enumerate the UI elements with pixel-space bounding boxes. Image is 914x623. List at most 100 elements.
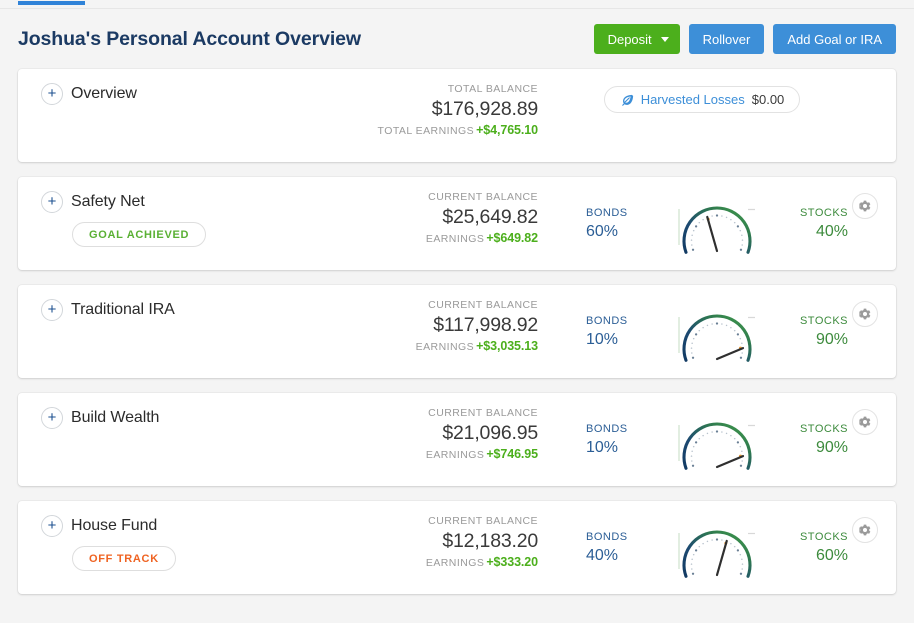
goal-card-left: + House Fund OFF TRACK xyxy=(18,501,378,594)
goal-card: + House Fund OFF TRACK CURRENT BALANCE $… xyxy=(18,501,896,594)
goal-balance-block: CURRENT BALANCE $117,998.92 EARNINGS +$3,… xyxy=(378,285,539,378)
earnings-row: EARNINGS +$333.20 xyxy=(426,554,538,571)
bonds-allocation: BONDS 10% xyxy=(586,411,664,458)
current-balance-label: CURRENT BALANCE xyxy=(428,299,538,311)
stocks-label: STOCKS xyxy=(799,423,848,435)
harvested-losses-value: $0.00 xyxy=(751,92,785,107)
bonds-label: BONDS xyxy=(586,531,628,543)
total-earnings-label: TOTAL EARNINGS xyxy=(377,125,475,137)
goal-card: + Build Wealth CURRENT BALANCE $21,096.9… xyxy=(18,393,896,486)
goal-settings-button[interactable] xyxy=(852,301,878,327)
goal-card-name: Safety Net xyxy=(71,193,145,210)
harvested-losses-pill[interactable]: Harvested Losses $0.00 xyxy=(603,86,801,113)
goal-card-name: Traditional IRA xyxy=(71,301,175,318)
goal-card-left: + Safety Net GOAL ACHIEVED xyxy=(18,177,378,270)
earnings-label: EARNINGS xyxy=(425,233,485,245)
total-earnings-row: TOTAL EARNINGS +$4,765.10 xyxy=(377,122,539,139)
overview-card-title-row: + Overview xyxy=(24,83,378,105)
goal-balance-block: CURRENT BALANCE $21,096.95 EARNINGS +$746… xyxy=(378,393,538,486)
top-tab-strip xyxy=(0,0,914,9)
active-tab-indicator[interactable] xyxy=(18,1,85,5)
goal-settings-button[interactable] xyxy=(852,517,878,543)
goal-card-left: + Traditional IRA xyxy=(18,285,378,378)
total-balance-value: $176,928.89 xyxy=(431,98,538,120)
bonds-allocation: BONDS 40% xyxy=(586,519,664,566)
goal-card: + Safety Net GOAL ACHIEVED CURRENT BALAN… xyxy=(18,177,896,270)
stocks-percent: 90% xyxy=(815,439,848,456)
bonds-percent: 10% xyxy=(586,331,619,348)
bonds-percent: 40% xyxy=(586,547,619,564)
allocation-block: BONDS 10% STOCKS 90% xyxy=(538,393,896,486)
goal-card-title-row: + Build Wealth xyxy=(24,407,378,429)
stocks-label: STOCKS xyxy=(799,315,848,327)
current-balance-value: $12,183.20 xyxy=(442,530,538,552)
goal-card-title-row: + Traditional IRA xyxy=(24,299,378,321)
deposit-button[interactable]: Deposit xyxy=(593,24,680,54)
expand-goal-button[interactable]: + xyxy=(41,407,63,429)
bonds-allocation: BONDS 60% xyxy=(586,195,664,242)
goal-card-left: + Build Wealth xyxy=(18,393,378,486)
total-balance-label: TOTAL BALANCE xyxy=(447,83,538,95)
overview-card-right: Harvested Losses $0.00 xyxy=(538,69,896,162)
goal-balance-block: CURRENT BALANCE $12,183.20 EARNINGS +$333… xyxy=(378,501,538,594)
expand-goal-button[interactable]: + xyxy=(41,299,63,321)
current-balance-value: $25,649.82 xyxy=(442,206,538,228)
stocks-label: STOCKS xyxy=(799,531,848,543)
allocation-gauge xyxy=(674,195,760,270)
allocation-gauge xyxy=(674,303,760,378)
overview-balance-block: TOTAL BALANCE $176,928.89 TOTAL EARNINGS… xyxy=(377,69,539,162)
page-title: Joshua's Personal Account Overview xyxy=(18,27,361,50)
allocation-gauge xyxy=(674,411,760,486)
earnings-value: +$746.95 xyxy=(486,447,538,461)
bonds-percent: 10% xyxy=(586,439,619,456)
chevron-down-icon xyxy=(660,36,669,42)
stocks-allocation: STOCKS 40% xyxy=(770,195,848,242)
stocks-allocation: STOCKS 90% xyxy=(770,411,848,458)
header-actions: Deposit Rollover Add Goal or IRA xyxy=(593,24,896,54)
goal-settings-button[interactable] xyxy=(852,409,878,435)
gear-icon xyxy=(859,416,871,428)
stocks-percent: 40% xyxy=(815,223,848,240)
goal-card: + Traditional IRA CURRENT BALANCE $117,9… xyxy=(18,285,896,378)
current-balance-label: CURRENT BALANCE xyxy=(428,407,538,419)
earnings-label: EARNINGS xyxy=(425,557,485,569)
expand-goal-button[interactable]: + xyxy=(41,515,63,537)
bonds-allocation: BONDS 10% xyxy=(586,303,664,350)
stocks-allocation: STOCKS 90% xyxy=(770,303,848,350)
earnings-label: EARNINGS xyxy=(415,341,475,353)
earnings-row: EARNINGS +$3,035.13 xyxy=(416,338,538,355)
earnings-label: EARNINGS xyxy=(425,449,485,461)
allocation-block: BONDS 40% STOCKS 60% xyxy=(538,501,896,594)
expand-overview-button[interactable]: + xyxy=(41,83,63,105)
current-balance-label: CURRENT BALANCE xyxy=(428,515,538,527)
goal-settings-button[interactable] xyxy=(852,193,878,219)
total-earnings-value: +$4,765.10 xyxy=(476,123,538,137)
stocks-label: STOCKS xyxy=(799,207,848,219)
leaf-icon xyxy=(621,94,633,106)
deposit-button-label: Deposit xyxy=(607,31,652,47)
allocation-block: BONDS 60% STOCKS 40% xyxy=(538,177,896,270)
page-header: Joshua's Personal Account Overview Depos… xyxy=(0,9,914,69)
overview-card-name: Overview xyxy=(71,85,137,102)
bonds-label: BONDS xyxy=(586,423,628,435)
earnings-value: +$333.20 xyxy=(486,555,538,569)
expand-goal-button[interactable]: + xyxy=(41,191,63,213)
gear-icon xyxy=(859,524,871,536)
rollover-button[interactable]: Rollover xyxy=(688,24,765,54)
harvested-losses-label: Harvested Losses xyxy=(640,92,745,107)
current-balance-value: $117,998.92 xyxy=(433,314,538,336)
goal-card-title-row: + Safety Net xyxy=(24,191,378,213)
allocation-block: BONDS 10% STOCKS 90% xyxy=(538,285,896,378)
allocation-gauge-icon xyxy=(678,314,755,362)
allocation-gauge-icon xyxy=(678,530,755,578)
account-cards-list: + Overview TOTAL BALANCE $176,928.89 TOT… xyxy=(0,69,914,594)
goal-card-title-row: + House Fund xyxy=(24,515,378,537)
earnings-value: +$649.82 xyxy=(486,231,538,245)
overview-card-left: + Overview xyxy=(18,69,378,162)
bonds-label: BONDS xyxy=(586,315,628,327)
current-balance-label: CURRENT BALANCE xyxy=(428,191,538,203)
goal-card-name: House Fund xyxy=(71,517,158,534)
gear-icon xyxy=(859,308,871,320)
add-goal-or-ira-button[interactable]: Add Goal or IRA xyxy=(773,24,896,54)
allocation-gauge xyxy=(674,519,760,594)
